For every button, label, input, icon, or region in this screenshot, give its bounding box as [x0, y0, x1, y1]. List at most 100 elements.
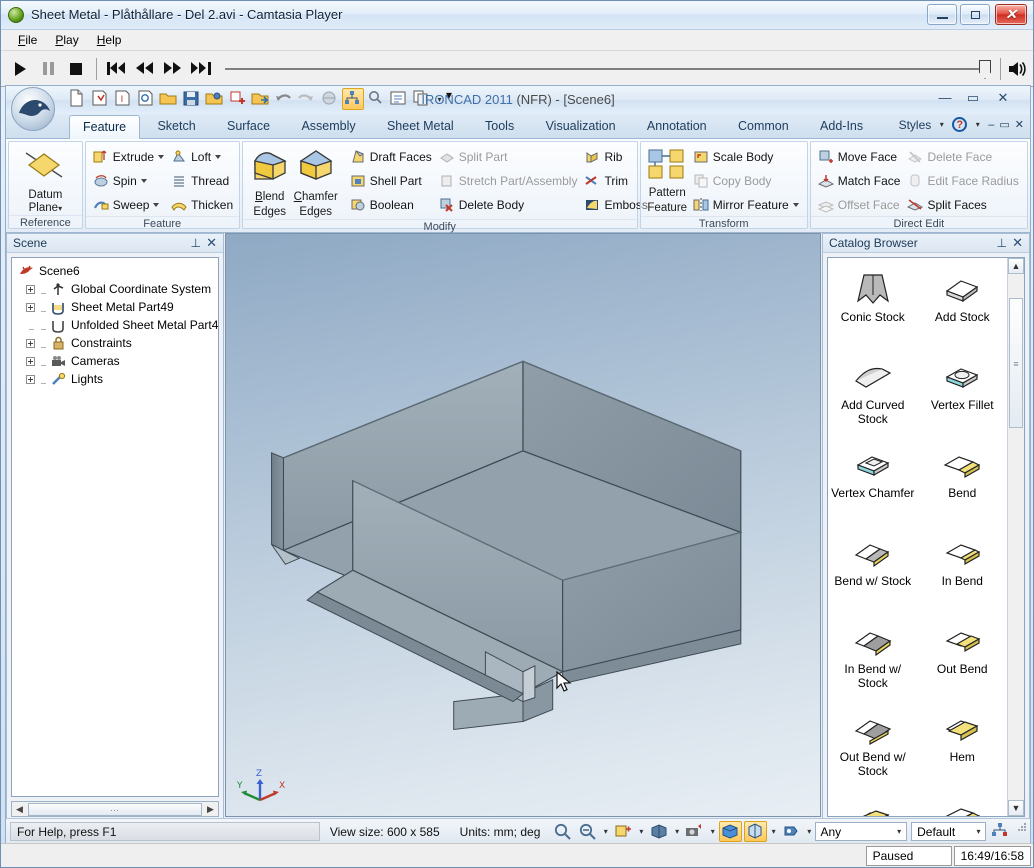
render-mode-button[interactable] — [744, 821, 768, 842]
tab-common[interactable]: Common — [724, 114, 803, 138]
tab-surface[interactable]: Surface — [213, 114, 284, 138]
tree-item-constraints[interactable]: Constraints — [14, 334, 218, 352]
tab-add-ins[interactable]: Add-Ins — [806, 114, 877, 138]
camera-chevron-icon[interactable]: ▾ — [707, 827, 718, 836]
tab-sketch[interactable]: Sketch — [143, 114, 209, 138]
chevron-down-icon[interactable]: ▾ — [894, 827, 904, 836]
speaker-icon[interactable] — [1007, 60, 1029, 78]
split-part-button[interactable]: Split Part — [436, 145, 582, 168]
datum-plane-chevron-icon[interactable]: ▾ — [58, 204, 62, 213]
expand-icon[interactable] — [26, 338, 35, 348]
scroll-down-icon[interactable]: ▼ — [1008, 800, 1024, 816]
skip-to-start-button[interactable] — [103, 55, 131, 83]
extrude-chevron-icon[interactable] — [158, 154, 165, 159]
scene-tree[interactable]: Scene6 Global Coordinate System Sheet Me… — [11, 257, 219, 797]
select-chevron-icon[interactable]: ▾ — [636, 827, 647, 836]
expand-icon[interactable] — [26, 284, 35, 294]
tree-item-global-coordinate-system[interactable]: Global Coordinate System — [14, 280, 218, 298]
play-button[interactable] — [6, 55, 34, 83]
snap-chevron-icon[interactable]: ▾ — [804, 827, 815, 836]
sweep-button[interactable]: Sweep — [90, 193, 168, 216]
styles-chevron-down-icon[interactable]: ▾ — [936, 120, 947, 129]
tab-feature[interactable]: Feature — [69, 115, 141, 139]
scene-tree-hscrollbar[interactable]: ◀ ⋯ ▶ — [11, 801, 219, 817]
close-icon[interactable]: ✕ — [1012, 235, 1023, 251]
catalog-item-bend-with-stock[interactable]: Bend w/ Stock — [828, 528, 918, 616]
catalog-item-add-curved-stock[interactable]: Add Curved Stock — [828, 352, 918, 440]
split-faces-button[interactable]: Split Faces — [904, 193, 1022, 216]
shading-button[interactable] — [648, 821, 671, 842]
mirror-feature-button[interactable]: Mirror Feature — [690, 193, 803, 216]
zoom-chevron-icon[interactable]: ▾ — [601, 827, 612, 836]
pin-icon[interactable]: ⊥ — [997, 236, 1007, 250]
catalog-item-seam[interactable]: Seam — [828, 792, 918, 816]
thicken-button[interactable]: Thicken — [168, 193, 237, 216]
close-button[interactable]: ✕ — [995, 4, 1027, 25]
shell-part-button[interactable]: Shell Part — [347, 169, 436, 192]
doc-restore-button[interactable]: ▭ — [999, 118, 1009, 131]
doc-minimize-button[interactable]: – — [988, 119, 994, 131]
boolean-button[interactable]: Boolean — [347, 193, 436, 216]
sweep-chevron-icon[interactable] — [153, 202, 160, 207]
catalog-item-in-bend[interactable]: In Bend — [918, 528, 1008, 616]
ironcad-close-button[interactable]: ✕ — [990, 90, 1016, 108]
snap-button[interactable] — [780, 821, 803, 842]
chevron-down-icon[interactable]: ▾ — [973, 827, 983, 836]
chamfer-edges-button[interactable]: Chamfer Edges — [293, 145, 339, 219]
minimize-button[interactable] — [927, 4, 957, 25]
help-icon[interactable]: ? — [952, 117, 968, 132]
offset-face-button[interactable]: Offset Face — [815, 193, 905, 216]
tab-visualization[interactable]: Visualization — [532, 114, 630, 138]
spin-button[interactable]: Spin — [90, 169, 168, 192]
copy-body-button[interactable]: Copy Body — [690, 169, 803, 192]
scale-body-button[interactable]: Scale Body — [690, 145, 803, 168]
pause-button[interactable] — [34, 55, 62, 83]
catalog-item-in-bend-with-stock[interactable]: In Bend w/ Stock — [828, 616, 918, 704]
catalog-item-out-bend[interactable]: Out Bend — [918, 616, 1008, 704]
catalog-item-hem[interactable]: Hem — [918, 704, 1008, 792]
extrude-button[interactable]: Extrude — [90, 145, 168, 168]
blend-edges-button[interactable]: Blend Edges — [247, 145, 293, 219]
stretch-part-button[interactable]: Stretch Part/Assembly — [436, 169, 582, 192]
skip-to-end-button[interactable] — [187, 55, 215, 83]
expand-icon[interactable] — [26, 374, 35, 384]
tree-item-scene6[interactable]: Scene6 — [14, 262, 218, 280]
camera-button[interactable] — [683, 821, 706, 842]
seek-bar[interactable] — [221, 51, 1033, 86]
filter-combo[interactable]: Any ▾ — [814, 822, 908, 841]
scroll-left-icon[interactable]: ◀ — [12, 804, 27, 815]
render-chevron-icon[interactable]: ▾ — [768, 827, 779, 836]
scroll-up-icon[interactable]: ▲ — [1008, 258, 1024, 274]
ribbon-options-chevron-icon[interactable]: ▾ — [972, 120, 983, 129]
datum-plane-button[interactable]: Datum Plane▾ — [13, 145, 77, 215]
step-forward-button[interactable] — [159, 55, 187, 83]
step-back-button[interactable] — [131, 55, 159, 83]
tree-item-cameras[interactable]: Cameras — [14, 352, 218, 370]
shading-chevron-icon[interactable]: ▾ — [672, 827, 683, 836]
tab-annotation[interactable]: Annotation — [633, 114, 721, 138]
zoom-out-button[interactable] — [576, 821, 599, 842]
vscroll-thumb[interactable]: ≡ — [1009, 298, 1023, 428]
catalog-item-bend[interactable]: Bend — [918, 440, 1008, 528]
scene-browser-button[interactable] — [990, 821, 1013, 842]
resize-grip[interactable] — [1016, 821, 1029, 842]
mirror-feature-chevron-icon[interactable] — [792, 202, 799, 207]
loft-chevron-icon[interactable] — [215, 154, 222, 159]
seek-track[interactable] — [225, 68, 985, 70]
tab-sheet-metal[interactable]: Sheet Metal — [373, 114, 468, 138]
seek-handle[interactable] — [979, 60, 991, 79]
expand-icon[interactable] — [26, 356, 35, 366]
move-face-button[interactable]: Move Face — [815, 145, 905, 168]
thread-button[interactable]: Thread — [168, 169, 237, 192]
draft-faces-button[interactable]: Draft Faces — [347, 145, 436, 168]
zoom-in-button[interactable] — [551, 821, 574, 842]
tree-item-unfolded-sheet-metal-part49[interactable]: Unfolded Sheet Metal Part49 — [14, 316, 218, 334]
select-box-button[interactable] — [612, 821, 635, 842]
styles-label[interactable]: Styles — [899, 118, 932, 132]
catalog-item-out-bend-with-stock[interactable]: Out Bend w/ Stock — [828, 704, 918, 792]
stop-button[interactable] — [62, 55, 90, 83]
spin-chevron-icon[interactable] — [140, 178, 147, 183]
catalog-item-vertex-fillet[interactable]: Vertex Fillet — [918, 352, 1008, 440]
close-icon[interactable]: ✕ — [206, 235, 217, 251]
catalog-item-vertex-chamfer[interactable]: Vertex Chamfer — [828, 440, 918, 528]
